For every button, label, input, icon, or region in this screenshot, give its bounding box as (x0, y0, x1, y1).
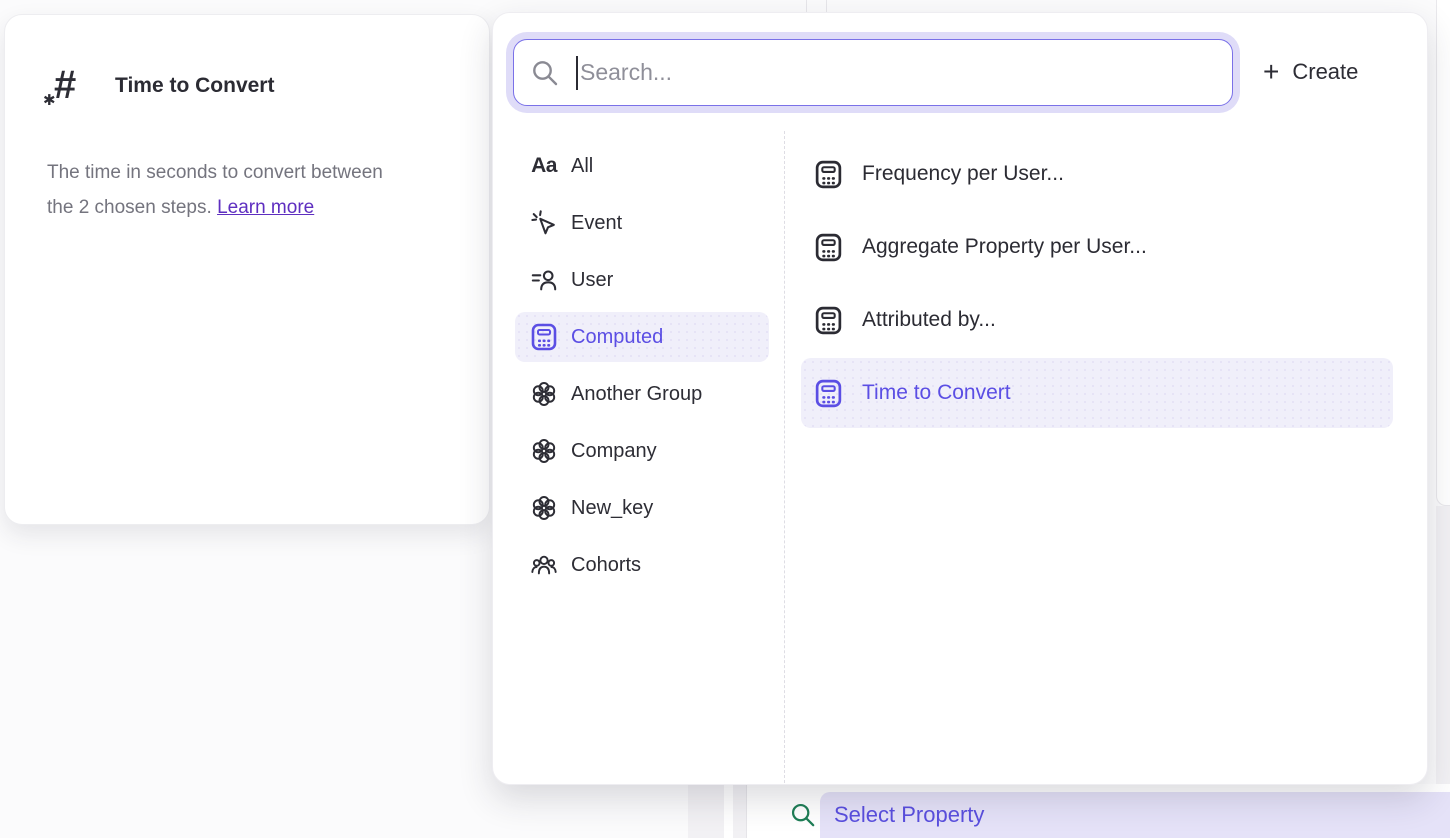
select-property-field[interactable]: Select Property (820, 792, 1450, 838)
sidebar-item-event[interactable]: Event (515, 198, 769, 248)
underlying-page-gutter (1436, 506, 1450, 796)
sidebar-item-company[interactable]: Company (515, 426, 769, 476)
category-list: Aa All Event (515, 141, 769, 597)
sidebar-item-another-group[interactable]: Another Group (515, 369, 769, 419)
text-cursor (576, 56, 578, 90)
cursor-click-icon (529, 208, 559, 238)
underlying-page-gutter (688, 784, 748, 838)
cohorts-icon (529, 550, 559, 580)
create-button[interactable]: + Create (1263, 49, 1358, 95)
numeric-property-icon: #✱ (45, 61, 93, 113)
list-item-time-to-convert[interactable]: Time to Convert (801, 358, 1393, 428)
calculator-icon (813, 159, 844, 190)
underlying-card-edge (1436, 0, 1450, 506)
tooltip-title: Time to Convert (115, 74, 274, 98)
sidebar-item-computed[interactable]: Computed (515, 312, 769, 362)
calculator-icon (813, 305, 844, 336)
underlying-column (724, 784, 733, 838)
calculator-icon (813, 232, 844, 263)
panel-divider (784, 131, 785, 783)
search-field[interactable] (513, 39, 1233, 106)
tooltip-description: The time in seconds to convert between t… (47, 155, 447, 225)
plus-icon: + (1263, 58, 1279, 86)
learn-more-link[interactable]: Learn more (217, 197, 314, 218)
list-item-frequency-per-user[interactable]: Frequency per User... (801, 139, 1393, 209)
results-list: Frequency per User... Aggregate Property… (801, 139, 1393, 431)
group-cluster-icon (529, 493, 559, 523)
select-property-label: Select Property (820, 792, 1450, 838)
sidebar-item-all[interactable]: Aa All (515, 141, 769, 191)
user-icon (529, 265, 559, 295)
search-input[interactable] (514, 40, 1232, 105)
calculator-icon (813, 378, 844, 409)
tooltip-card: #✱ Time to Convert The time in seconds t… (4, 14, 490, 525)
sidebar-item-cohorts[interactable]: Cohorts (515, 540, 769, 590)
list-item-aggregate-property-per-user[interactable]: Aggregate Property per User... (801, 212, 1393, 282)
list-item-attributed-by[interactable]: Attributed by... (801, 285, 1393, 355)
search-icon-green (790, 802, 816, 828)
group-cluster-icon (529, 436, 559, 466)
text-format-icon: Aa (529, 151, 559, 181)
sidebar-item-user[interactable]: User (515, 255, 769, 305)
group-cluster-icon (529, 379, 559, 409)
property-picker-panel: + Create Aa All Event (492, 12, 1428, 785)
create-button-label: Create (1292, 59, 1358, 85)
calculator-icon (529, 322, 559, 352)
sidebar-item-new-key[interactable]: New_key (515, 483, 769, 533)
